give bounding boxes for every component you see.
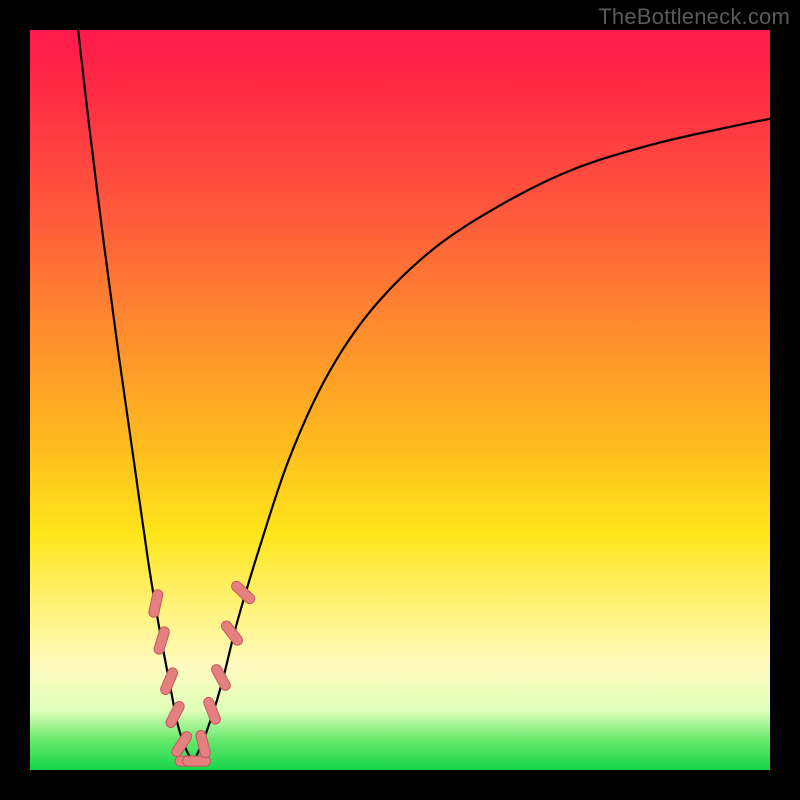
marker-capsule [159, 632, 164, 649]
marker-capsule [201, 735, 206, 752]
curve-group [78, 30, 770, 763]
watermark-text: TheBottleneck.com [598, 4, 790, 30]
marker-capsule [154, 595, 158, 613]
plot-area [30, 30, 770, 770]
marker-capsule [209, 702, 216, 719]
chart-svg [30, 30, 770, 770]
curve-left-branch [78, 30, 193, 763]
curve-right-branch [193, 119, 770, 763]
chart-frame: TheBottleneck.com [0, 0, 800, 800]
marker-group [154, 586, 250, 761]
